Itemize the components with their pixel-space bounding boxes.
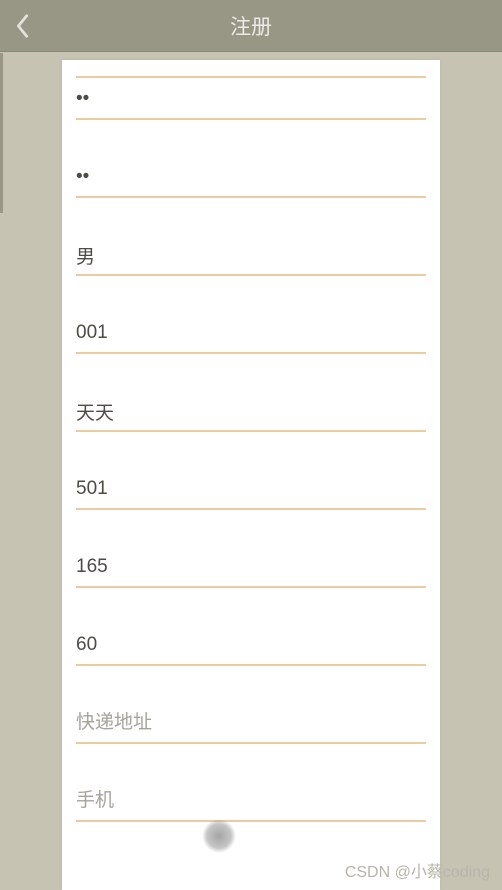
touch-indicator-icon [202, 819, 236, 853]
password1-input[interactable] [76, 78, 426, 118]
scrollbar-indicator [0, 53, 3, 213]
field-room [76, 432, 426, 510]
code-input[interactable] [76, 312, 426, 352]
field-password2 [76, 120, 426, 198]
field-gender [76, 198, 426, 276]
phone-input[interactable] [76, 780, 426, 820]
address-input[interactable] [76, 702, 426, 742]
room-input[interactable] [76, 468, 426, 508]
field-code [76, 276, 426, 354]
field-weight [76, 588, 426, 666]
nickname-input[interactable] [76, 390, 426, 430]
height-input[interactable] [76, 546, 426, 586]
field-phone [76, 744, 426, 822]
watermark-text: CSDN @小蔡coding [345, 858, 490, 882]
field-height [76, 510, 426, 588]
password2-input[interactable] [76, 156, 426, 196]
weight-input[interactable] [76, 624, 426, 664]
back-icon[interactable] [14, 13, 32, 39]
gender-input[interactable] [76, 234, 426, 274]
field-nickname [76, 354, 426, 432]
form-card [62, 60, 440, 890]
page-title: 注册 [230, 11, 272, 41]
field-address [76, 666, 426, 744]
field-password1 [76, 76, 426, 120]
header-bar: 注册 [0, 0, 502, 52]
page-background [0, 52, 502, 890]
